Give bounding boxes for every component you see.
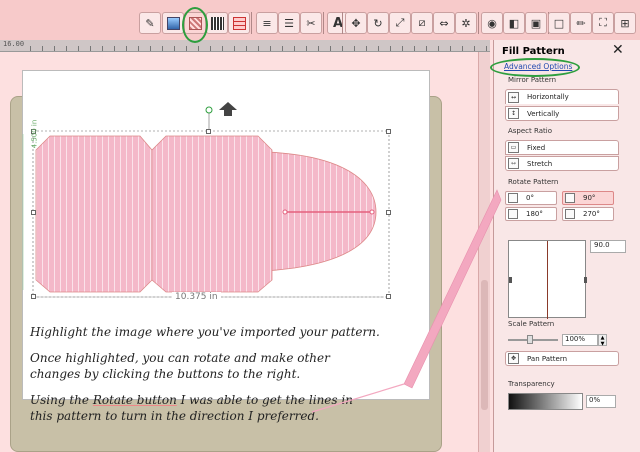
close-icon[interactable]: ✕ bbox=[612, 42, 624, 58]
mat-arrow-icon bbox=[219, 102, 237, 116]
height-dimension-label: 4.500 in bbox=[30, 119, 39, 149]
rotate-180-icon bbox=[508, 209, 518, 219]
vertical-scrollbar[interactable] bbox=[478, 52, 490, 452]
resize-handle[interactable] bbox=[386, 294, 391, 299]
pan-icon: ✥ bbox=[508, 353, 519, 364]
rotate-90-label: 90° bbox=[583, 194, 596, 202]
rotate-0-button[interactable]: 0° bbox=[505, 191, 557, 205]
aspect-ratio-heading: Aspect Ratio bbox=[508, 127, 552, 135]
rotate-270-label: 270° bbox=[583, 210, 600, 218]
mirror-vertically-button[interactable]: ↕ Vertically bbox=[505, 106, 619, 121]
mirror-horizontally-button[interactable]: ↔ Horizontally bbox=[505, 89, 619, 104]
select-box-icon[interactable]: □ bbox=[548, 12, 570, 34]
resize-handle[interactable] bbox=[31, 294, 36, 299]
rotate-button-reference: Rotate button bbox=[92, 392, 177, 407]
scale-input[interactable]: 100% bbox=[562, 334, 598, 346]
fullscreen-icon[interactable]: ⛶ bbox=[592, 12, 614, 34]
scale-slider[interactable] bbox=[508, 335, 558, 344]
instructions-text: Highlight the image where you've importe… bbox=[30, 324, 440, 434]
rotation-preview-line bbox=[547, 241, 548, 319]
rotate-180-label: 180° bbox=[526, 210, 543, 218]
instruction-line: Once highlighted, you can rotate and mak… bbox=[30, 350, 330, 365]
rotate-180-button[interactable]: 180° bbox=[505, 207, 557, 221]
rotation-angle-input[interactable]: 90.0 bbox=[590, 240, 626, 253]
aspect-fixed-button[interactable]: ▭ Fixed bbox=[505, 140, 619, 155]
resize-handle[interactable] bbox=[386, 210, 391, 215]
transparency-input[interactable]: 0% bbox=[586, 395, 616, 408]
aspect-stretch-button[interactable]: ⇿ Stretch bbox=[505, 156, 619, 171]
scale-pattern-heading: Scale Pattern bbox=[508, 320, 555, 328]
rotate-270-button[interactable]: 270° bbox=[562, 207, 614, 221]
instruction-line: Highlight the image where you've importe… bbox=[30, 325, 380, 339]
layers-icon[interactable]: ◧ bbox=[503, 12, 525, 34]
highlight-circle bbox=[182, 7, 208, 43]
instruction-paragraph: Using the Rotate button I was able to ge… bbox=[30, 392, 440, 425]
instruction-paragraph: Once highlighted, you can rotate and mak… bbox=[30, 350, 440, 383]
aspect-stretch-label: Stretch bbox=[527, 159, 553, 168]
pencil-icon[interactable]: ✏ bbox=[570, 12, 592, 34]
instruction-line: changes by clicking the buttons to the r… bbox=[30, 367, 301, 381]
pan-pattern-button[interactable]: ✥ Pan Pattern bbox=[505, 351, 619, 366]
aspect-fixed-icon: ▭ bbox=[508, 142, 519, 153]
mirror-pattern-heading: Mirror Pattern bbox=[508, 76, 557, 84]
aspect-stretch-icon: ⇿ bbox=[508, 158, 519, 169]
fill-pattern-panel: Fill Pattern ✕ Advanced Options Mirror P… bbox=[493, 40, 640, 452]
scrollbar-thumb[interactable] bbox=[481, 280, 488, 410]
grid-icon[interactable]: ⊞ bbox=[614, 12, 636, 34]
rotation-endpoint[interactable] bbox=[369, 209, 375, 215]
mirror-vertically-label: Vertically bbox=[527, 109, 560, 118]
instruction-line: this pattern to turn in the direction I … bbox=[30, 409, 319, 423]
page-icon[interactable]: ▣ bbox=[525, 12, 547, 34]
rotate-0-icon bbox=[508, 193, 518, 203]
resize-handle[interactable] bbox=[386, 129, 391, 134]
rotation-preview[interactable] bbox=[508, 240, 587, 319]
height-dimension: 4.500 in bbox=[22, 70, 38, 230]
rotate-90-icon bbox=[565, 193, 575, 203]
resize-handle[interactable] bbox=[206, 129, 211, 134]
panel-title: Fill Pattern bbox=[502, 46, 565, 57]
mirror-horizontal-icon: ↔ bbox=[508, 91, 519, 103]
preview-tick-left bbox=[509, 277, 512, 283]
instruction-line-end: I was able to get the lines in bbox=[176, 392, 353, 407]
rotate-0-label: 0° bbox=[526, 194, 534, 202]
preview-tick-right bbox=[584, 277, 587, 283]
rotate-handle[interactable] bbox=[205, 106, 213, 114]
width-dimension-label: 10.375 in bbox=[172, 292, 221, 302]
transparency-heading: Transparency bbox=[508, 380, 555, 388]
rotate-pattern-heading: Rotate Pattern bbox=[508, 178, 559, 186]
box-pattern-shape[interactable] bbox=[35, 135, 273, 293]
transparency-slider[interactable] bbox=[508, 393, 583, 410]
scale-spinner[interactable]: ▲ ▼ bbox=[598, 334, 607, 347]
highlight-circle bbox=[490, 58, 580, 77]
pan-pattern-label: Pan Pattern bbox=[527, 354, 568, 363]
mirror-horizontally-label: Horizontally bbox=[527, 93, 569, 101]
rotation-pivot[interactable] bbox=[282, 209, 288, 215]
mirror-vertical-icon: ↕ bbox=[508, 108, 519, 119]
aspect-fixed-label: Fixed bbox=[527, 143, 546, 152]
rotate-90-button[interactable]: 90° bbox=[562, 191, 614, 205]
scale-slider-knob[interactable] bbox=[527, 335, 533, 344]
rotate-270-icon bbox=[565, 209, 575, 219]
instruction-line-start: Using the bbox=[30, 392, 93, 407]
